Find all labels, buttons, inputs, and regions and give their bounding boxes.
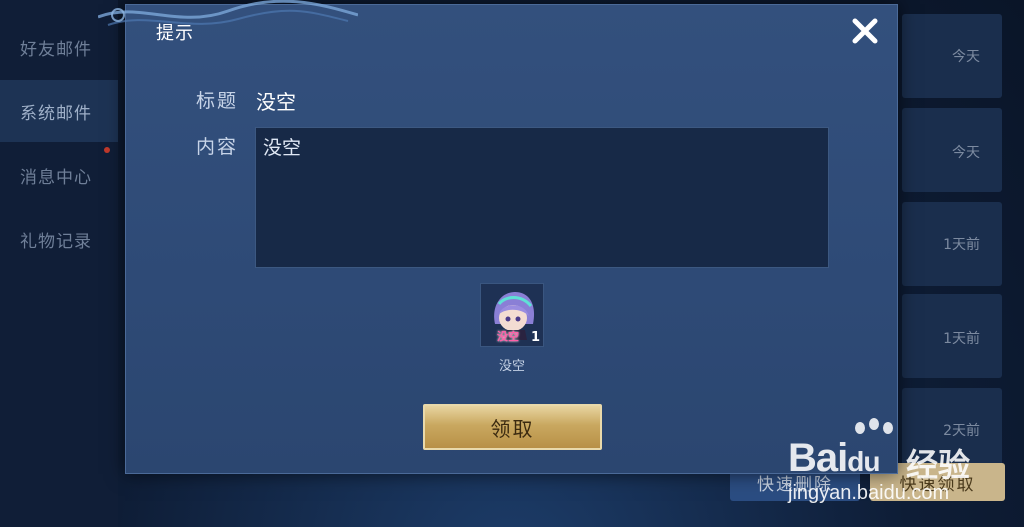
mail-time: 1天前 (943, 331, 980, 347)
sidebar-item-gift-record[interactable]: 礼物记录 (0, 208, 118, 270)
mail-row[interactable]: 今天 (902, 14, 1002, 98)
sidebar: 好友邮件 系统邮件 消息中心 礼物记录 (0, 0, 118, 527)
subject-label: 标题 (196, 90, 239, 112)
subject-value: 没空 (256, 90, 296, 114)
sidebar-item-message-center[interactable]: 消息中心 (0, 144, 118, 206)
sidebar-item-label: 系统邮件 (20, 103, 92, 124)
watermark-cn: 经验 (906, 446, 971, 484)
mail-time: 今天 (952, 145, 980, 161)
attachment-name: 没空 (498, 359, 525, 374)
content-label: 内容 (196, 136, 239, 158)
content-box: 没空 (255, 127, 829, 268)
unread-dot (104, 147, 110, 153)
sidebar-item-label: 消息中心 (20, 167, 92, 188)
mail-row[interactable]: 今天 (902, 108, 1002, 192)
attachment-item[interactable]: 没空 1 (480, 283, 544, 347)
attachment-count: 1 (530, 330, 540, 345)
sidebar-item-system-mail[interactable]: 系统邮件 (0, 80, 118, 142)
sidebar-item-label: 礼物记录 (20, 231, 92, 252)
close-icon (852, 18, 878, 44)
mail-time: 1天前 (943, 237, 980, 253)
wave-ornament-icon (98, 0, 358, 26)
dialog-title: 提示 (156, 23, 194, 44)
mail-time: 今天 (952, 49, 980, 65)
claim-button[interactable]: 领取 (423, 404, 602, 450)
paw-icon (855, 418, 893, 434)
sidebar-item-label: 好友邮件 (20, 39, 92, 60)
mail-row[interactable]: 1天前 (902, 202, 1002, 286)
watermark-url: jingyan.baidu.com (788, 482, 950, 504)
mail-row[interactable]: 1天前 (902, 294, 1002, 378)
watermark: Baidu 经验 jingyan.baidu.com (786, 418, 1016, 523)
attachment-tag: 没空 (497, 330, 519, 343)
prompt-dialog: 提示 标题 没空 内容 没空 没空 1 没空 领取 (98, 0, 898, 474)
